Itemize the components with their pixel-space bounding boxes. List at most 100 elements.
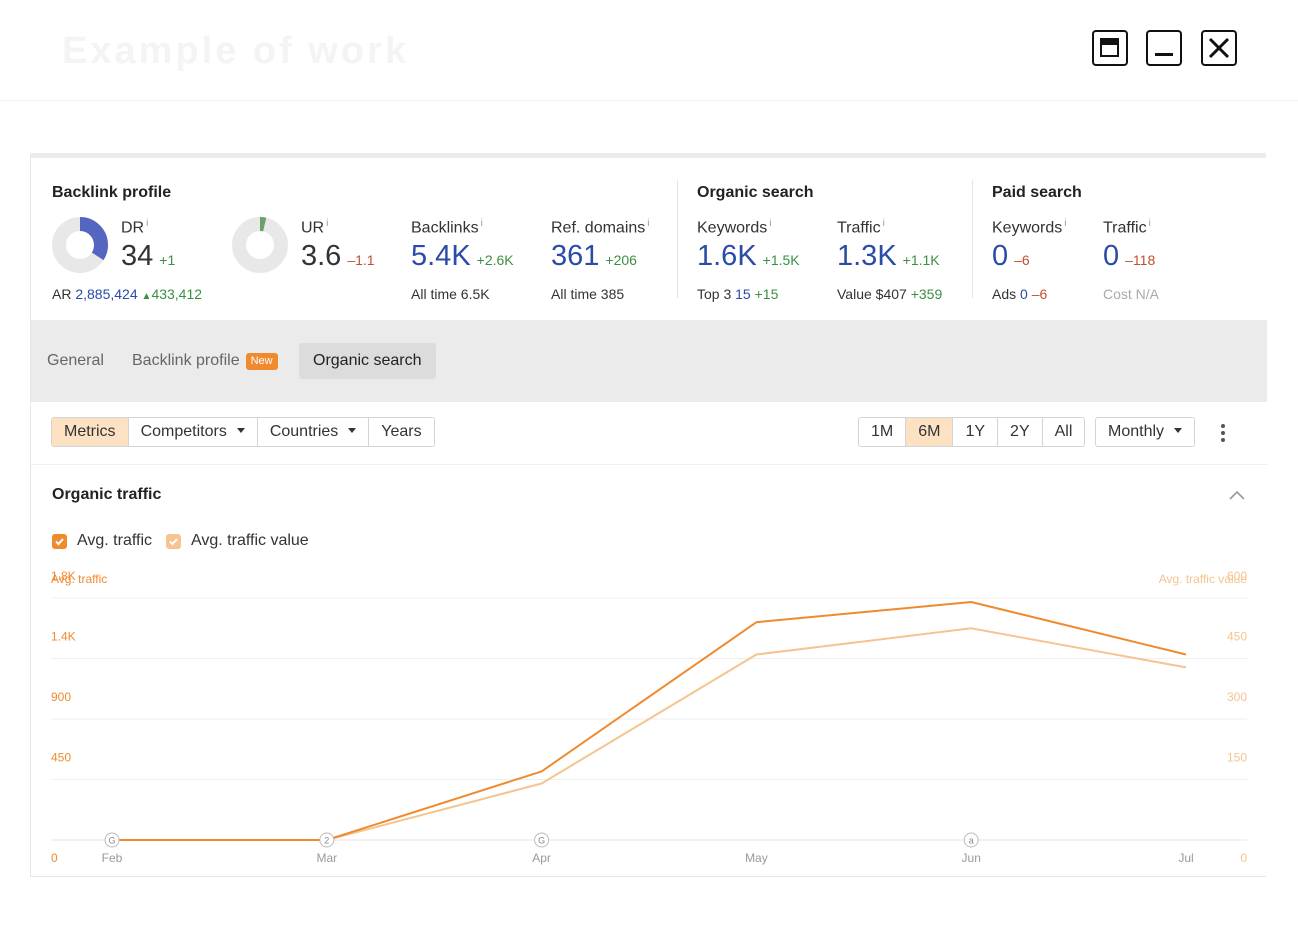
- y2-tick-label: 450: [1227, 630, 1247, 644]
- top3-delta: +15: [754, 286, 779, 302]
- avg-traffic-checkbox[interactable]: [52, 533, 67, 549]
- organic-traffic-value[interactable]: 1.3K +1.1K: [837, 240, 940, 273]
- refdomains-value[interactable]: 361 +206: [551, 240, 637, 273]
- organic-traffic-title: Organic traffic: [52, 486, 162, 503]
- paid-keywords-value[interactable]: 0 –6: [992, 240, 1030, 273]
- ar-row: AR 2,885,424 ▲433,412: [52, 286, 203, 302]
- range-1y-button[interactable]: 1Y: [953, 418, 999, 446]
- minimize-icon: [1155, 53, 1173, 56]
- annotation-label: G: [108, 836, 115, 846]
- annotation-label: a: [969, 836, 974, 846]
- y-tick-label: 0: [51, 851, 58, 865]
- ar-value[interactable]: 2,885,424: [75, 286, 137, 302]
- dr-value: 34 +1: [121, 240, 176, 272]
- x-tick-label: Jul: [1178, 851, 1193, 865]
- minimize-button[interactable]: [1146, 30, 1182, 66]
- info-icon: i: [769, 218, 772, 229]
- avg-traffic-value-checkbox[interactable]: [166, 533, 181, 549]
- triangle-up-icon: ▲: [141, 291, 152, 302]
- caret-down-icon: [1174, 428, 1183, 433]
- years-button[interactable]: Years: [369, 418, 433, 446]
- backlinks-value[interactable]: 5.4K +2.6K: [411, 240, 514, 273]
- backlinks-alltime: All time 6.5K: [411, 286, 490, 302]
- paid-traffic-label: Traffic i: [1103, 218, 1151, 237]
- organic-traffic-delta: +1.1K: [902, 252, 940, 268]
- close-button[interactable]: [1201, 30, 1237, 66]
- maximize-button[interactable]: [1092, 30, 1128, 66]
- metrics-button[interactable]: Metrics: [52, 418, 129, 446]
- paid-search-title: Paid search: [992, 184, 1082, 201]
- ur-value: 3.6 –1.1: [301, 240, 375, 272]
- series-line-avg-traffic-value: [112, 627, 1187, 841]
- annotation-label: G: [538, 836, 545, 846]
- info-icon: i: [326, 218, 329, 229]
- chart-legend: Avg. traffic Avg. traffic value: [52, 532, 309, 550]
- y2-tick-label: 150: [1227, 751, 1247, 765]
- divider: [972, 180, 973, 298]
- legend-avg-traffic: Avg. traffic: [77, 532, 152, 549]
- organic-keywords-value[interactable]: 1.6K +1.5K: [697, 240, 800, 273]
- legend-avg-traffic-value: Avg. traffic value: [191, 532, 309, 549]
- interval-dropdown[interactable]: Monthly: [1095, 417, 1196, 447]
- traffic-value-delta: +359: [910, 286, 943, 302]
- backlinks-delta: +2.6K: [476, 252, 514, 268]
- y-tick-label: 1.8K: [51, 569, 76, 583]
- close-icon: [1208, 37, 1230, 59]
- divider: [677, 180, 678, 298]
- y-tick-label: 900: [51, 690, 71, 704]
- refdomains-alltime: All time 385: [551, 286, 625, 302]
- ads-delta: –6: [1031, 286, 1048, 302]
- countries-dropdown[interactable]: Countries: [258, 418, 370, 446]
- range-all-button[interactable]: All: [1043, 418, 1085, 446]
- y2-tick-label: 600: [1227, 569, 1247, 583]
- ar-delta: ▲433,412: [141, 286, 203, 302]
- more-options-icon[interactable]: [1221, 424, 1225, 445]
- x-tick-label: Feb: [102, 851, 123, 865]
- tab-general[interactable]: General: [47, 343, 104, 379]
- organic-search-title: Organic search: [697, 184, 814, 201]
- info-icon: i: [1064, 218, 1067, 229]
- info-icon: i: [882, 218, 885, 229]
- traffic-value-row: Value $407 +359: [837, 286, 943, 302]
- x-tick-label: Apr: [532, 851, 551, 865]
- x-tick-label: Jun: [962, 851, 981, 865]
- y2-tick-label: 0: [1240, 851, 1247, 865]
- y-tick-label: 450: [51, 751, 71, 765]
- paid-traffic-value[interactable]: 0 –118: [1103, 240, 1155, 273]
- x-tick-label: Mar: [316, 851, 337, 865]
- ads-value[interactable]: 0: [1020, 286, 1028, 302]
- range-1m-button[interactable]: 1M: [859, 418, 907, 446]
- backlink-profile-title: Backlink profile: [52, 184, 172, 201]
- range-2y-button[interactable]: 2Y: [998, 418, 1043, 446]
- info-icon: i: [480, 218, 483, 229]
- view-selector: Metrics Competitors Countries Years: [51, 417, 435, 447]
- info-icon: i: [146, 218, 149, 229]
- maximize-icon: [1100, 38, 1119, 57]
- tab-organic-search[interactable]: Organic search: [299, 343, 436, 379]
- interval-select: Monthly: [1096, 418, 1194, 446]
- organic-traffic-label: Traffic i: [837, 218, 885, 237]
- competitors-dropdown[interactable]: Competitors: [129, 418, 258, 446]
- ur-delta: –1.1: [347, 252, 375, 268]
- top3-row: Top 3 15 +15: [697, 286, 779, 302]
- info-icon: i: [647, 218, 650, 229]
- chevron-up-icon[interactable]: [1229, 490, 1245, 500]
- title-bar: Example of work: [0, 0, 1298, 101]
- ur-donut-chart: [232, 217, 288, 273]
- organic-keywords-label: Keywords i: [697, 218, 772, 237]
- organic-traffic-chart: Avg. traffic Avg. traffic value04509001.4…: [51, 569, 1247, 865]
- backlinks-label: Backlinks i: [411, 218, 483, 237]
- range-6m-button[interactable]: 6M: [906, 418, 954, 446]
- refdomains-label: Ref. domains i: [551, 218, 650, 237]
- caret-down-icon: [236, 428, 245, 433]
- y-tick-label: 1.4K: [51, 630, 76, 644]
- paid-traffic-delta: –118: [1125, 252, 1156, 268]
- annotation-label: 2: [324, 836, 329, 846]
- site-overview-card: Backlink profile DR i 34 +1 AR 2,885,424 ▲…: [30, 153, 1267, 877]
- refdomains-delta: +206: [605, 252, 637, 268]
- tab-backlink-profile[interactable]: Backlink profile New: [132, 343, 278, 379]
- chart-toolbar: Metrics Competitors Countries Years 1M 6…: [31, 402, 1267, 465]
- top3-value[interactable]: 15: [735, 286, 751, 302]
- organic-keywords-delta: +1.5K: [762, 252, 800, 268]
- paid-keywords-label: Keywords i: [992, 218, 1067, 237]
